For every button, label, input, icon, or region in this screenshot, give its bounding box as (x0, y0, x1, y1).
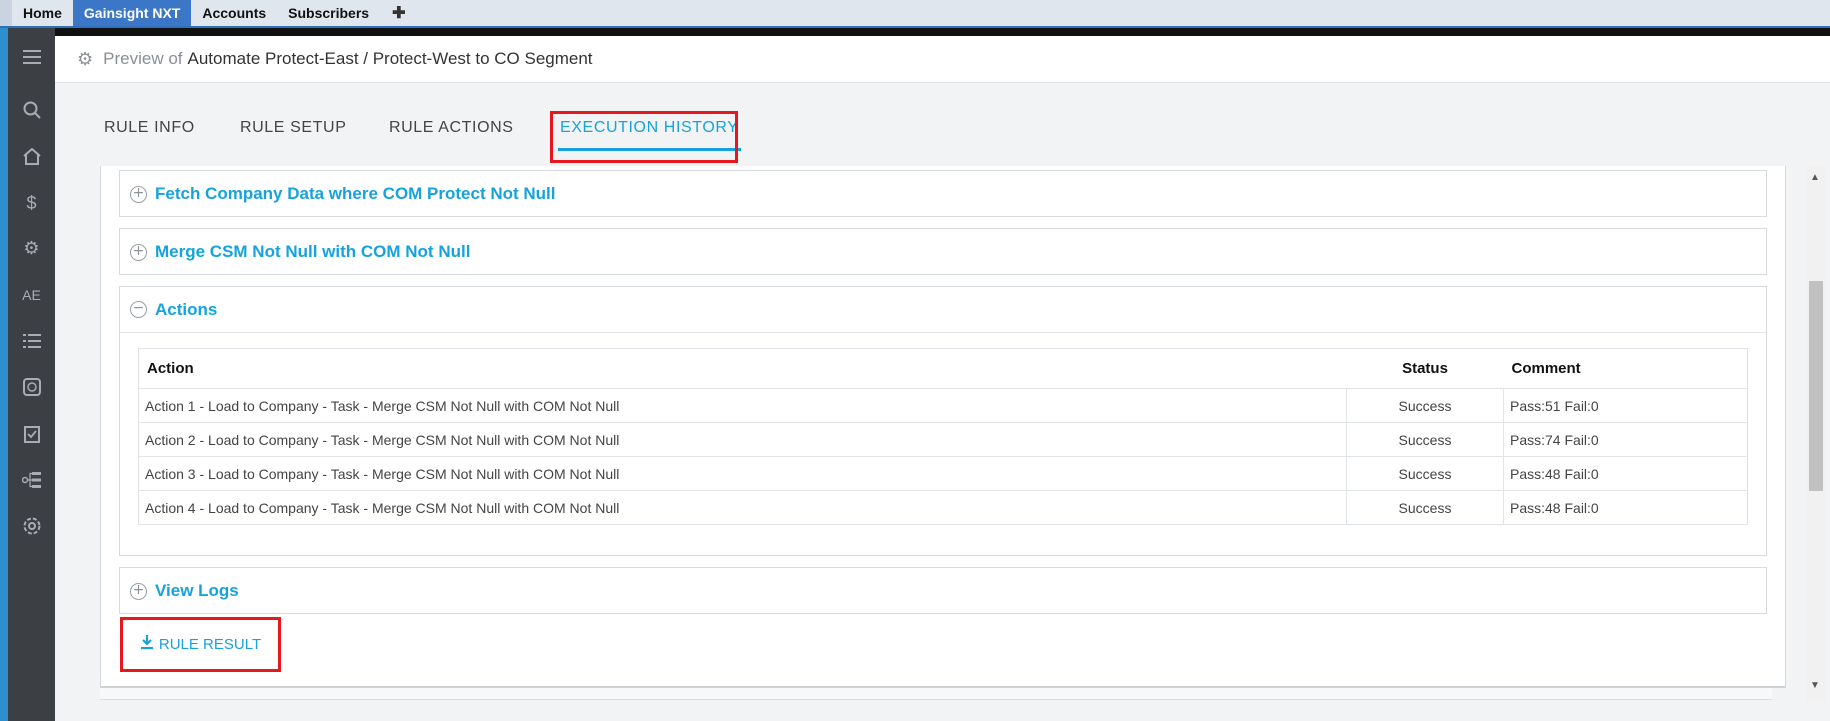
expand-icon[interactable]: + (130, 582, 147, 600)
status-cell: Success (1346, 388, 1504, 423)
collapse-icon[interactable]: − (130, 301, 147, 318)
vertical-scrollbar[interactable]: ▲ ▼ (1806, 166, 1826, 701)
add-tab-icon[interactable]: ✚ (380, 0, 417, 26)
section-title[interactable]: Merge CSM Not Null with COM Not Null (155, 242, 470, 262)
list-icon[interactable] (8, 326, 55, 356)
scroll-down-icon[interactable]: ▼ (1810, 680, 1820, 691)
download-icon (140, 634, 154, 655)
header-divider (55, 28, 1830, 36)
page-title: Automate Protect-East / Protect-West to … (187, 49, 593, 68)
preview-prefix: Preview of (103, 49, 183, 68)
tab-home[interactable]: Home (12, 0, 73, 26)
column-header-action: Action (138, 348, 1347, 389)
rule-tabs: RULE INFO RULE SETUP RULE ACTIONS EXECUT… (55, 83, 1830, 166)
table-row: Action 2 - Load to Company - Task - Merg… (138, 422, 1748, 457)
table-row: Action 4 - Load to Company - Task - Merg… (138, 490, 1748, 525)
section-merge[interactable]: + Merge CSM Not Null with COM Not Null (119, 228, 1767, 275)
execution-history-panel: + Fetch Company Data where COM Protect N… (100, 166, 1786, 688)
column-header-status: Status (1346, 348, 1504, 389)
left-nav-sidebar: $ ⚙ AE (8, 28, 55, 721)
scrollbar-thumb[interactable] (1809, 281, 1823, 491)
section-title[interactable]: Actions (155, 300, 217, 320)
panel-bottom-edge (100, 688, 1772, 700)
section-fetch-company-data[interactable]: + Fetch Company Data where COM Protect N… (119, 170, 1767, 217)
table-row: Action 1 - Load to Company - Task - Merg… (138, 388, 1748, 423)
section-title[interactable]: Fetch Company Data where COM Protect Not… (155, 184, 556, 204)
comment-cell: Pass:48 Fail:0 (1503, 490, 1748, 525)
dollar-icon[interactable]: $ (8, 188, 55, 218)
comment-cell: Pass:48 Fail:0 (1503, 456, 1748, 491)
action-cell: Action 4 - Load to Company - Task - Merg… (138, 490, 1347, 525)
section-actions: − Actions Action Status Comment Action 1… (119, 286, 1767, 556)
search-icon[interactable] (8, 95, 55, 125)
section-title[interactable]: View Logs (155, 581, 239, 601)
rule-result-button[interactable]: RULE RESULT (120, 617, 281, 672)
tab-subscribers[interactable]: Subscribers (277, 0, 380, 26)
settings-badge-icon[interactable]: ⚙ (8, 233, 55, 263)
table-row: Action 3 - Load to Company - Task - Merg… (138, 456, 1748, 491)
action-cell: Action 2 - Load to Company - Task - Merg… (138, 422, 1347, 457)
tab-rule-setup[interactable]: RULE SETUP (240, 119, 346, 137)
actions-table: Action Status Comment Action 1 - Load to… (138, 348, 1748, 525)
app-tab-bar: Home Gainsight NXT Accounts Subscribers … (0, 0, 1830, 28)
scroll-up-icon[interactable]: ▲ (1810, 172, 1820, 183)
tab-gainsight-nxt[interactable]: Gainsight NXT (72, 0, 192, 26)
action-cell: Action 1 - Load to Company - Task - Merg… (138, 388, 1347, 423)
window-edge (0, 28, 8, 721)
highlight-box-execution-history (550, 111, 738, 163)
comment-cell: Pass:51 Fail:0 (1503, 388, 1748, 423)
action-cell: Action 3 - Load to Company - Task - Merg… (138, 456, 1347, 491)
status-cell: Success (1346, 490, 1504, 525)
clipboard-icon[interactable] (8, 418, 55, 448)
rule-result-label: RULE RESULT (158, 636, 262, 653)
column-header-comment: Comment (1503, 348, 1748, 389)
section-view-logs[interactable]: + View Logs (119, 567, 1767, 614)
page-header: ⚙ Preview of Automate Protect-East / Pro… (55, 36, 1830, 83)
tab-bar-edge (0, 0, 12, 26)
comment-cell: Pass:74 Fail:0 (1503, 422, 1748, 457)
gear-icon[interactable] (8, 511, 55, 541)
clock-icon[interactable] (8, 372, 55, 402)
tab-rule-info[interactable]: RULE INFO (104, 119, 195, 137)
expand-icon[interactable]: + (130, 243, 147, 261)
status-cell: Success (1346, 422, 1504, 457)
home-icon[interactable] (8, 141, 55, 171)
expand-icon[interactable]: + (130, 185, 147, 203)
menu-icon[interactable] (8, 42, 55, 72)
tab-accounts[interactable]: Accounts (191, 0, 277, 26)
table-header-row: Action Status Comment (138, 348, 1748, 389)
ae-label[interactable]: AE (8, 280, 55, 310)
status-cell: Success (1346, 456, 1504, 491)
tab-rule-actions[interactable]: RULE ACTIONS (389, 119, 514, 137)
rule-gears-icon: ⚙ (77, 48, 94, 69)
hierarchy-icon[interactable] (8, 465, 55, 495)
